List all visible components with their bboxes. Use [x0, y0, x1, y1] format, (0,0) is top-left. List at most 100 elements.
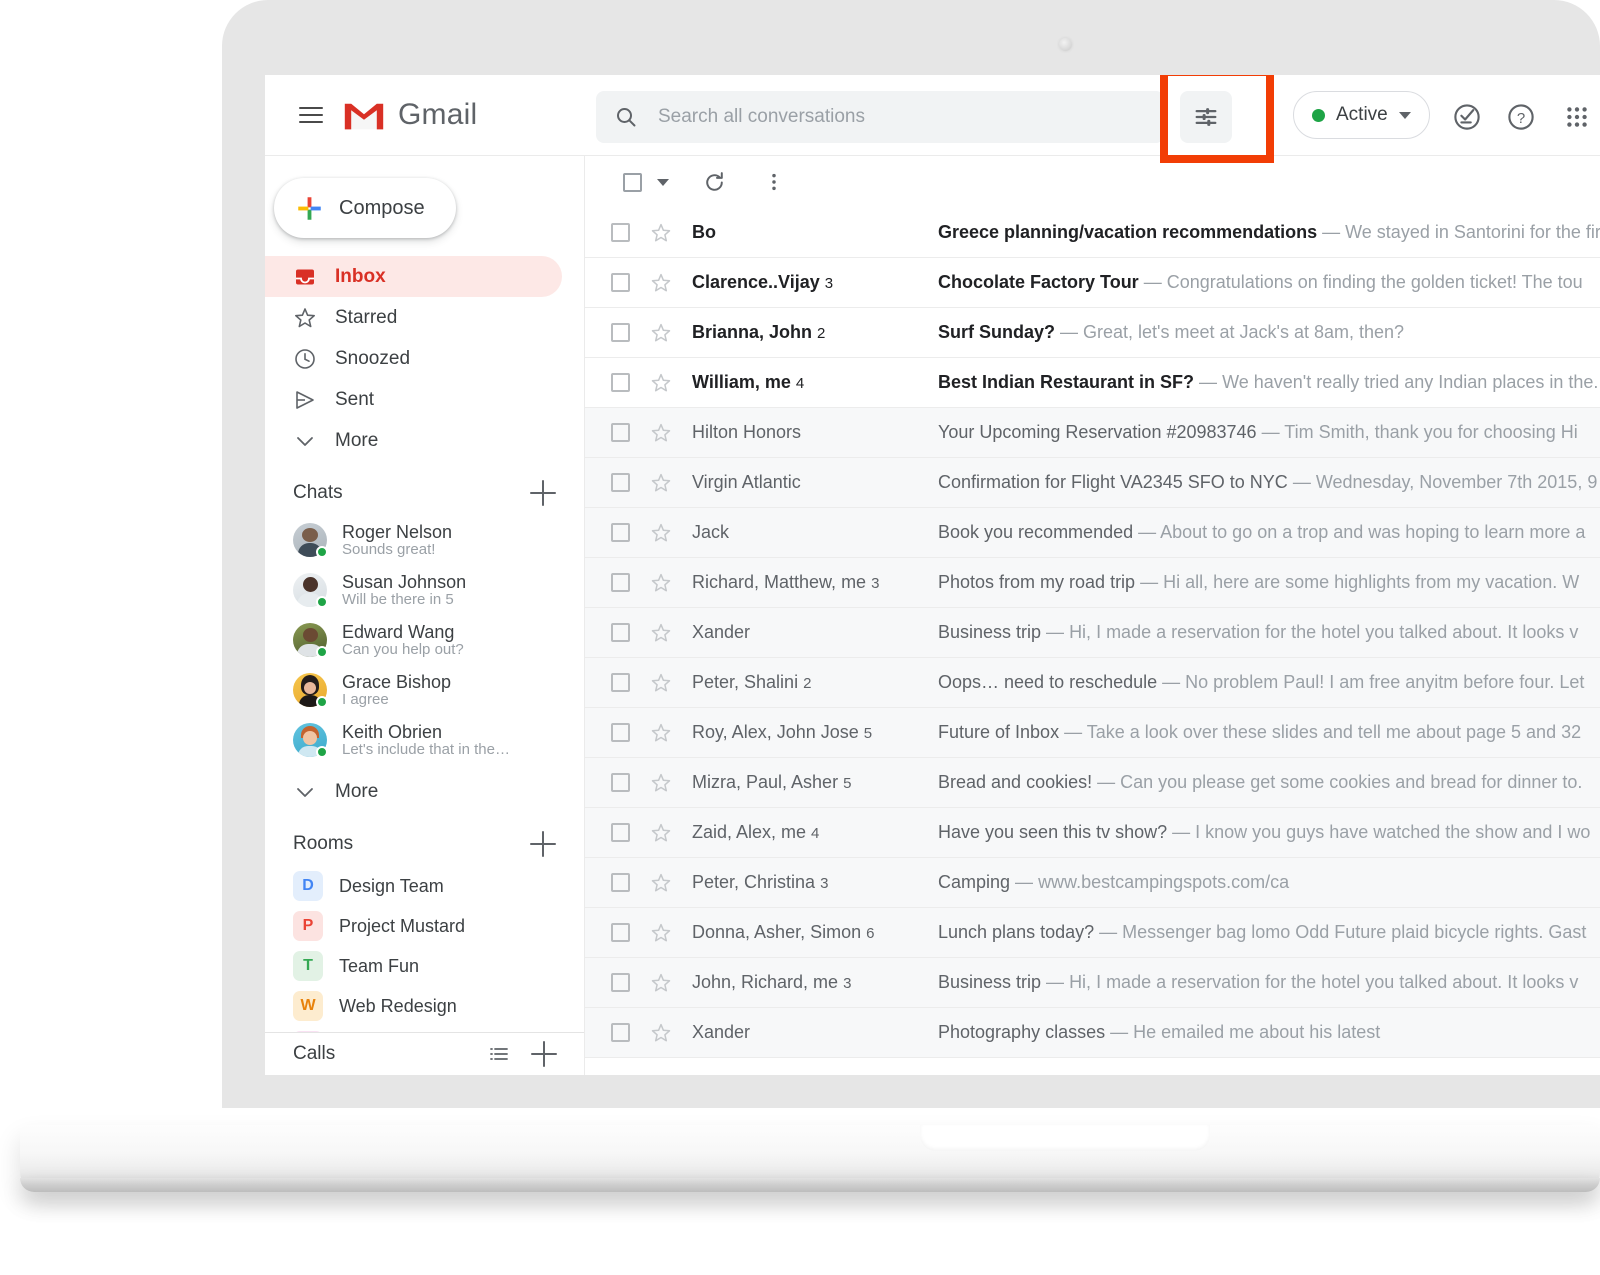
mail-subject: Oops… need to reschedule — [938, 672, 1157, 692]
refresh-icon[interactable] — [693, 161, 735, 203]
tasks-check-circle-icon[interactable] — [1443, 93, 1491, 141]
help-question-circle-icon[interactable]: ? — [1497, 93, 1545, 141]
add-call-plus-icon[interactable] — [531, 1041, 557, 1067]
table-row[interactable]: Richard, Matthew, me3Photos from my road… — [585, 558, 1600, 608]
sender-name: Richard, Matthew, me3 — [692, 572, 938, 593]
star-outline-icon[interactable] — [649, 271, 673, 295]
compose-button[interactable]: Compose — [274, 178, 456, 238]
table-row[interactable]: Roy, Alex, John Jose5Future of Inbox — T… — [585, 708, 1600, 758]
checkbox-icon[interactable] — [611, 623, 630, 642]
list-item[interactable]: P Project Mustard — [265, 906, 584, 946]
star-outline-icon[interactable] — [649, 771, 673, 795]
table-row[interactable]: BoGreece planning/vacation recommendatio… — [585, 208, 1600, 258]
checkbox-icon[interactable] — [611, 523, 630, 542]
checkbox-icon[interactable] — [611, 161, 653, 203]
chevron-down-icon[interactable] — [657, 179, 669, 186]
table-row[interactable]: Brianna, John2Surf Sunday? — Great, let'… — [585, 308, 1600, 358]
mail-summary: Surf Sunday? — Great, let's meet at Jack… — [938, 322, 1600, 343]
list-item[interactable]: Susan Johnson Will be there in 5 — [265, 565, 584, 615]
subject-snippet-separator: — — [1041, 622, 1069, 642]
sidebar-item-starred[interactable]: Starred — [265, 297, 562, 338]
checkbox-icon[interactable] — [611, 1023, 630, 1042]
list-item[interactable]: Keith Obrien Let's include that in the… — [265, 715, 584, 765]
list-item[interactable]: D Design Team — [265, 866, 584, 906]
star-outline-icon[interactable] — [649, 471, 673, 495]
sender-name: Zaid, Alex, me4 — [692, 822, 938, 843]
table-row[interactable]: XanderPhotography classes — He emailed m… — [585, 1008, 1600, 1058]
sidebar-item-label: Starred — [335, 307, 397, 329]
checkbox-icon[interactable] — [611, 573, 630, 592]
mail-snippet: Wednesday, November 7th 2015, 9 — [1316, 472, 1598, 492]
search-bar[interactable] — [596, 91, 1164, 143]
table-row[interactable]: Peter, Christina3Camping — www.bestcampi… — [585, 858, 1600, 908]
app-title: Gmail — [398, 98, 477, 132]
table-row[interactable]: Mizra, Paul, Asher5Bread and cookies! — … — [585, 758, 1600, 808]
checkbox-icon[interactable] — [611, 423, 630, 442]
mail-subject: Surf Sunday? — [938, 322, 1055, 342]
star-outline-icon[interactable] — [649, 871, 673, 895]
add-chat-plus-icon[interactable] — [530, 480, 556, 506]
room-avatar: T — [293, 951, 323, 981]
table-row[interactable]: William, me4Best Indian Restaurant in SF… — [585, 358, 1600, 408]
list-item[interactable]: W Web Redesign — [265, 986, 584, 1026]
star-outline-icon[interactable] — [649, 971, 673, 995]
list-item[interactable]: T Team Fun — [265, 946, 584, 986]
star-outline-icon[interactable] — [649, 221, 673, 245]
search-input[interactable] — [658, 106, 1146, 128]
sidebar-item-more[interactable]: More — [265, 420, 562, 461]
star-outline-icon[interactable] — [649, 521, 673, 545]
checkbox-icon[interactable] — [611, 973, 630, 992]
checkbox-icon[interactable] — [611, 373, 630, 392]
checkbox-icon[interactable] — [611, 923, 630, 942]
list-icon[interactable] — [487, 1042, 511, 1066]
table-row[interactable]: Virgin AtlanticConfirmation for Flight V… — [585, 458, 1600, 508]
table-row[interactable]: Peter, Shalini2Oops… need to reschedule … — [585, 658, 1600, 708]
checkbox-icon[interactable] — [611, 873, 630, 892]
star-outline-icon[interactable] — [649, 721, 673, 745]
add-room-plus-icon[interactable] — [530, 831, 556, 857]
sidebar-item-sent[interactable]: Sent — [265, 379, 562, 420]
chats-more-button[interactable]: More — [265, 771, 562, 812]
checkbox-icon[interactable] — [611, 323, 630, 342]
list-item[interactable]: Roger Nelson Sounds great! — [265, 515, 584, 565]
star-outline-icon[interactable] — [649, 921, 673, 945]
table-row[interactable]: John, Richard, me3Business trip — Hi, I … — [585, 958, 1600, 1008]
checkbox-icon[interactable] — [611, 773, 630, 792]
room-label: Team Fun — [339, 956, 419, 977]
list-item[interactable]: Grace Bishop I agree — [265, 665, 584, 715]
checkbox-icon[interactable] — [611, 823, 630, 842]
checkbox-icon[interactable] — [611, 673, 630, 692]
checkbox-icon[interactable] — [611, 723, 630, 742]
table-row[interactable]: Clarence..Vijay3Chocolate Factory Tour —… — [585, 258, 1600, 308]
table-row[interactable]: Zaid, Alex, me4Have you seen this tv sho… — [585, 808, 1600, 858]
more-vertical-icon[interactable] — [753, 161, 795, 203]
chat-name: Edward Wang — [342, 622, 464, 642]
subject-snippet-separator: — — [1194, 372, 1222, 392]
sidebar-item-snoozed[interactable]: Snoozed — [265, 338, 562, 379]
checkbox-icon[interactable] — [611, 223, 630, 242]
table-row[interactable]: Hilton HonorsYour Upcoming Reservation #… — [585, 408, 1600, 458]
star-outline-icon[interactable] — [649, 1021, 673, 1045]
star-outline-icon[interactable] — [649, 671, 673, 695]
status-dropdown[interactable]: Active — [1293, 91, 1430, 139]
checkbox-icon[interactable] — [611, 473, 630, 492]
subject-snippet-separator: — — [1157, 672, 1185, 692]
star-outline-icon[interactable] — [649, 371, 673, 395]
star-outline-icon[interactable] — [649, 571, 673, 595]
hamburger-menu-icon[interactable] — [287, 91, 335, 139]
google-apps-grid-icon[interactable] — [1553, 93, 1600, 141]
star-outline-icon[interactable] — [649, 621, 673, 645]
table-row[interactable]: Donna, Asher, Simon6Lunch plans today? —… — [585, 908, 1600, 958]
checkbox-icon[interactable] — [611, 273, 630, 292]
mail-subject: Bread and cookies! — [938, 772, 1092, 792]
select-all-dropdown[interactable] — [611, 161, 669, 203]
table-row[interactable]: XanderBusiness trip — Hi, I made a reser… — [585, 608, 1600, 658]
search-options-sliders-icon[interactable] — [1180, 91, 1232, 143]
sidebar-item-inbox[interactable]: Inbox — [265, 256, 562, 297]
list-item[interactable]: Edward Wang Can you help out? — [265, 615, 584, 665]
star-outline-icon[interactable] — [649, 821, 673, 845]
star-outline-icon[interactable] — [649, 321, 673, 345]
star-outline-icon[interactable] — [649, 421, 673, 445]
table-row[interactable]: JackBook you recommended — About to go o… — [585, 508, 1600, 558]
room-avatar: D — [293, 871, 323, 901]
